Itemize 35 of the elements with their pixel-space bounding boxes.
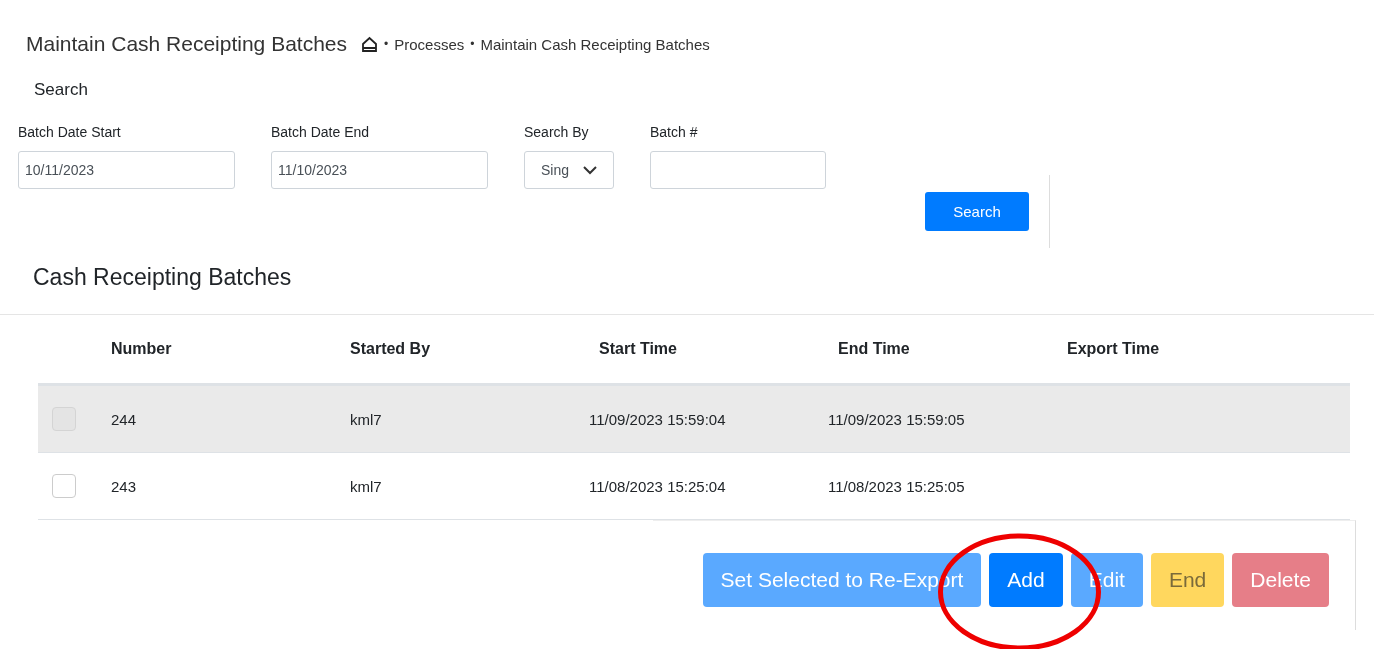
action-button[interactable]: Add [989,553,1063,607]
table-cell-text: 244 [111,410,138,428]
column-header: Number [111,340,173,358]
breadcrumb-link[interactable]: Maintain Cash Receipting Batches [480,35,710,53]
search-by-dropdown[interactable]: Sing [524,151,614,189]
table-cell-text: kml7 [350,477,383,495]
table-cell-text: 11/08/2023 15:25:05 [828,477,966,495]
breadcrumb-separator: • [384,37,389,51]
table-cell-text: 11/08/2023 15:25:04 [589,477,727,495]
column-header: End Time [837,340,911,358]
column-header: Start Time [598,340,678,358]
row-checkbox[interactable] [52,474,76,498]
table-cell-text: 11/09/2023 15:59:05 [828,410,966,428]
column-header: Export Time [1067,340,1161,358]
table-cell-text: 11/09/2023 15:59:04 [589,410,727,428]
table-row[interactable]: 244 kml7 11/09/2023 15:59:04 11/09/2023 15:59:05 [38,386,1350,453]
section-title: Search [33,80,89,100]
column-header: Started By [350,340,432,358]
breadcrumb-separator: • [470,37,475,51]
table-cell-text: kml7 [350,410,383,428]
field-label: Search By [524,124,590,140]
search-button[interactable]: Search [925,192,1029,231]
input-field[interactable] [650,151,826,189]
field-label: Batch Date Start [18,124,122,140]
input-field[interactable]: 10/11/2023 [18,151,235,189]
breadcrumb-link[interactable]: Processes [394,35,465,53]
table-row[interactable]: 243 kml7 11/08/2023 15:25:04 11/08/2023 15:25:05 [38,453,1350,520]
home-icon[interactable] [361,35,378,53]
field-label: Batch # [650,124,699,140]
chevron-icon [583,165,598,175]
field-label: Batch Date End [271,124,371,140]
input-field[interactable]: 11/10/2023 [271,151,488,189]
page-title: Maintain Cash Receipting Batches [26,32,347,56]
section-title: Cash Receipting Batches [33,264,292,290]
table-cell-text: 243 [111,477,138,495]
